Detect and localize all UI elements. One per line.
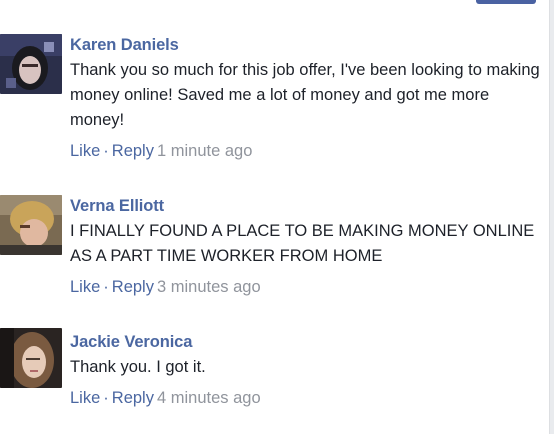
comment-body: Verna Elliott I FINALLY FOUND A PLACE TO… (70, 195, 540, 298)
comment-actions: Like · Reply 1 minute ago (70, 140, 540, 162)
reply-link[interactable]: Reply (112, 389, 154, 407)
separator-dot: · (103, 389, 109, 407)
comment-author[interactable]: Karen Daniels (70, 34, 540, 56)
comment-timestamp[interactable]: 3 minutes ago (157, 278, 261, 296)
reply-link[interactable]: Reply (112, 278, 154, 296)
comment-timestamp[interactable]: 1 minute ago (157, 142, 252, 160)
separator-dot: · (103, 278, 109, 296)
avatar[interactable] (0, 328, 62, 388)
comment-author[interactable]: Verna Elliott (70, 195, 540, 217)
avatar-image (0, 34, 62, 94)
comment-body: Jackie Veronica Thank you. I got it. Lik… (70, 331, 540, 409)
comment-author[interactable]: Jackie Veronica (70, 331, 540, 353)
like-link[interactable]: Like (70, 278, 100, 296)
like-link[interactable]: Like (70, 389, 100, 407)
avatar[interactable] (0, 195, 62, 255)
like-link[interactable]: Like (70, 142, 100, 160)
comment-actions: Like · Reply 3 minutes ago (70, 276, 540, 298)
avatar-image (0, 195, 62, 255)
reply-link[interactable]: Reply (112, 142, 154, 160)
comment-body: Karen Daniels Thank you so much for this… (70, 34, 540, 162)
comment-text: Thank you so much for this job offer, I'… (70, 61, 540, 129)
comment-actions: Like · Reply 4 minutes ago (70, 387, 540, 409)
scrollbar[interactable] (549, 0, 554, 434)
comment-timestamp[interactable]: 4 minutes ago (157, 389, 261, 407)
avatar-image (0, 328, 62, 388)
separator-dot: · (103, 142, 109, 160)
top-button-partial[interactable] (476, 0, 536, 4)
comment-text: I FINALLY FOUND A PLACE TO BE MAKING MON… (70, 222, 535, 265)
avatar[interactable] (0, 34, 62, 94)
comment-text: Thank you. I got it. (70, 358, 206, 376)
comments-page: Karen Daniels Thank you so much for this… (0, 0, 554, 434)
